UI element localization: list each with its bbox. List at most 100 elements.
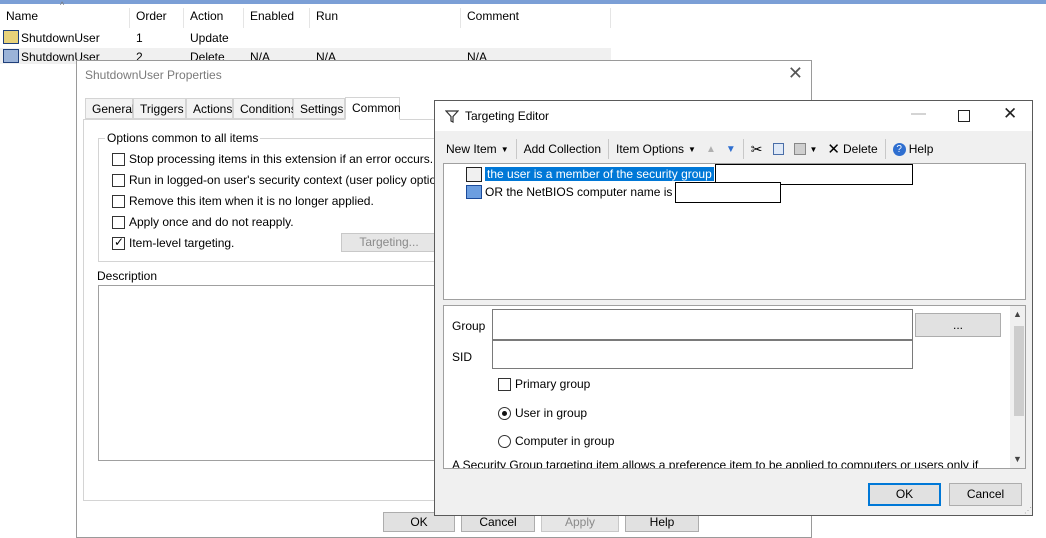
new-item-menu[interactable]: New Item ▼ [441,138,514,160]
option-remove-item[interactable]: Remove this item when it is no longer ap… [112,194,374,208]
tab-label: Actions [193,102,233,116]
scrollbar-thumb[interactable] [1014,326,1024,416]
column-header-action[interactable]: Action [184,8,244,28]
window-top-strip [0,0,1046,4]
dropdown-arrow-icon: ▼ [500,144,509,154]
checkbox[interactable] [112,215,125,229]
tree-item-label: the user is a member of the security gro… [485,167,714,181]
option-label: Stop processing items in this extension … [129,152,434,166]
primary-group-option[interactable]: Primary group [498,377,590,391]
toolbar-label: Delete [843,142,878,156]
checkbox[interactable] [112,173,125,187]
option-stop-processing[interactable]: Stop processing items in this extension … [112,152,433,166]
cut-icon[interactable]: ✂ [746,138,768,160]
move-up-icon[interactable]: ▲ [701,138,721,160]
description-label: Description [97,269,158,283]
targeting-editor-window: Targeting Editor — ✕ New Item ▼ Add Colle… [434,100,1033,516]
toolbar-separator [515,139,517,159]
radio[interactable] [498,434,511,448]
tab-label: General [92,102,135,116]
targeting-button[interactable]: Targeting... [341,233,437,252]
table-cell-order: 1 [136,31,143,45]
delete-button[interactable]: ✕ Delete [822,138,882,160]
option-label: User in group [515,406,588,420]
column-header-order[interactable]: Order [130,8,184,28]
option-label: Run in logged-on user's security context… [129,173,451,187]
resize-grip-icon[interactable]: ⋰ [1024,506,1032,515]
tab-common[interactable]: Common [345,97,401,120]
paste-icon[interactable]: ▼ [789,138,823,160]
table-cell-name[interactable]: ShutdownUser [21,31,100,45]
option-label: Computer in group [515,434,615,448]
maximize-icon[interactable] [958,110,970,122]
dialog-title: ShutdownUser Properties [85,68,222,82]
description-textarea[interactable] [98,285,438,461]
option-label: Item-level targeting. [129,236,235,250]
paste-shape [793,143,806,155]
checkbox-checked[interactable] [112,235,125,250]
tree-item-netbios-name[interactable]: OR the NetBIOS computer name is [466,181,782,203]
column-header-comment[interactable]: Comment [461,8,611,28]
column-header-label: Run [316,9,339,23]
user-in-group-option[interactable]: User in group [498,406,587,420]
sort-chevron-icon: ^ [60,0,65,10]
add-collection-button[interactable]: Add Collection [519,138,606,160]
toolbar: New Item ▼ Add Collection Item Options ▼ ▲… [441,137,938,161]
close-icon[interactable]: ✕ [1003,104,1017,124]
help-icon: ? [892,142,906,156]
tab-triggers[interactable]: Triggers [133,98,186,119]
item-options-menu[interactable]: Item Options ▼ [611,138,701,160]
minimize-icon[interactable]: — [911,105,926,122]
window-title: Targeting Editor [465,109,550,123]
shortcut-item-icon [3,49,19,63]
sid-label: SID [452,350,473,364]
option-run-as-user[interactable]: Run in logged-on user's security context… [112,173,450,187]
move-down-icon[interactable]: ▼ [721,138,741,160]
toolbar-separator [884,139,886,159]
sid-field[interactable] [492,340,913,369]
checkbox[interactable] [112,152,125,166]
radio-selected[interactable] [498,406,511,420]
tab-actions[interactable]: Actions [186,98,233,119]
tree-item-security-group[interactable]: the user is a member of the security gro… [466,163,913,185]
close-icon[interactable]: ✕ [788,64,803,82]
column-header-label: Comment [467,9,520,23]
column-header-name[interactable]: Name [0,8,130,28]
toolbar-separator [608,139,609,159]
tree-item-value [675,181,782,203]
column-header-label: Action [190,9,224,23]
scroll-down-icon[interactable]: ▼ [1013,454,1022,464]
security-group-icon [466,166,482,182]
column-header-enabled[interactable]: Enabled [244,8,310,28]
help-button[interactable]: ? Help [888,138,939,160]
checkbox[interactable] [498,377,511,391]
computer-in-group-option[interactable]: Computer in group [498,434,614,448]
tab-settings[interactable]: Settings [293,98,345,119]
checkbox[interactable] [112,194,125,208]
tree-item-label: OR the NetBIOS computer name is [485,185,673,199]
option-item-level-targeting[interactable]: Item-level targeting. [112,235,235,250]
tab-general[interactable]: General [85,98,135,119]
option-label: Remove this item when it is no longer ap… [129,194,374,208]
copy-icon[interactable] [768,138,789,160]
option-label: Primary group [515,377,591,391]
tab-label: Common [352,101,401,115]
toolbar-label: Item Options [616,142,685,156]
shortcut-item-icon [3,30,19,44]
toolbar-label: Add Collection [523,142,601,156]
scroll-up-icon[interactable]: ▲ [1013,309,1022,319]
ok-button[interactable]: OK [868,483,941,506]
tab-label: Conditions [240,102,297,116]
option-label: Apply once and do not reapply. [129,215,294,229]
dropdown-arrow-icon: ▼ [809,144,818,154]
cancel-button[interactable]: Cancel [949,483,1022,506]
option-apply-once[interactable]: Apply once and do not reapply. [112,215,294,229]
tab-conditions[interactable]: Conditions [233,98,297,119]
browse-button[interactable]: ... [915,313,1001,337]
column-header-label: Order [136,9,167,23]
targeting-tree: the user is a member of the security gro… [443,163,1026,300]
column-header-run[interactable]: Run [310,8,461,28]
group-field[interactable] [492,309,913,340]
filter-icon [445,110,459,123]
toolbar-label: New Item [446,142,497,156]
